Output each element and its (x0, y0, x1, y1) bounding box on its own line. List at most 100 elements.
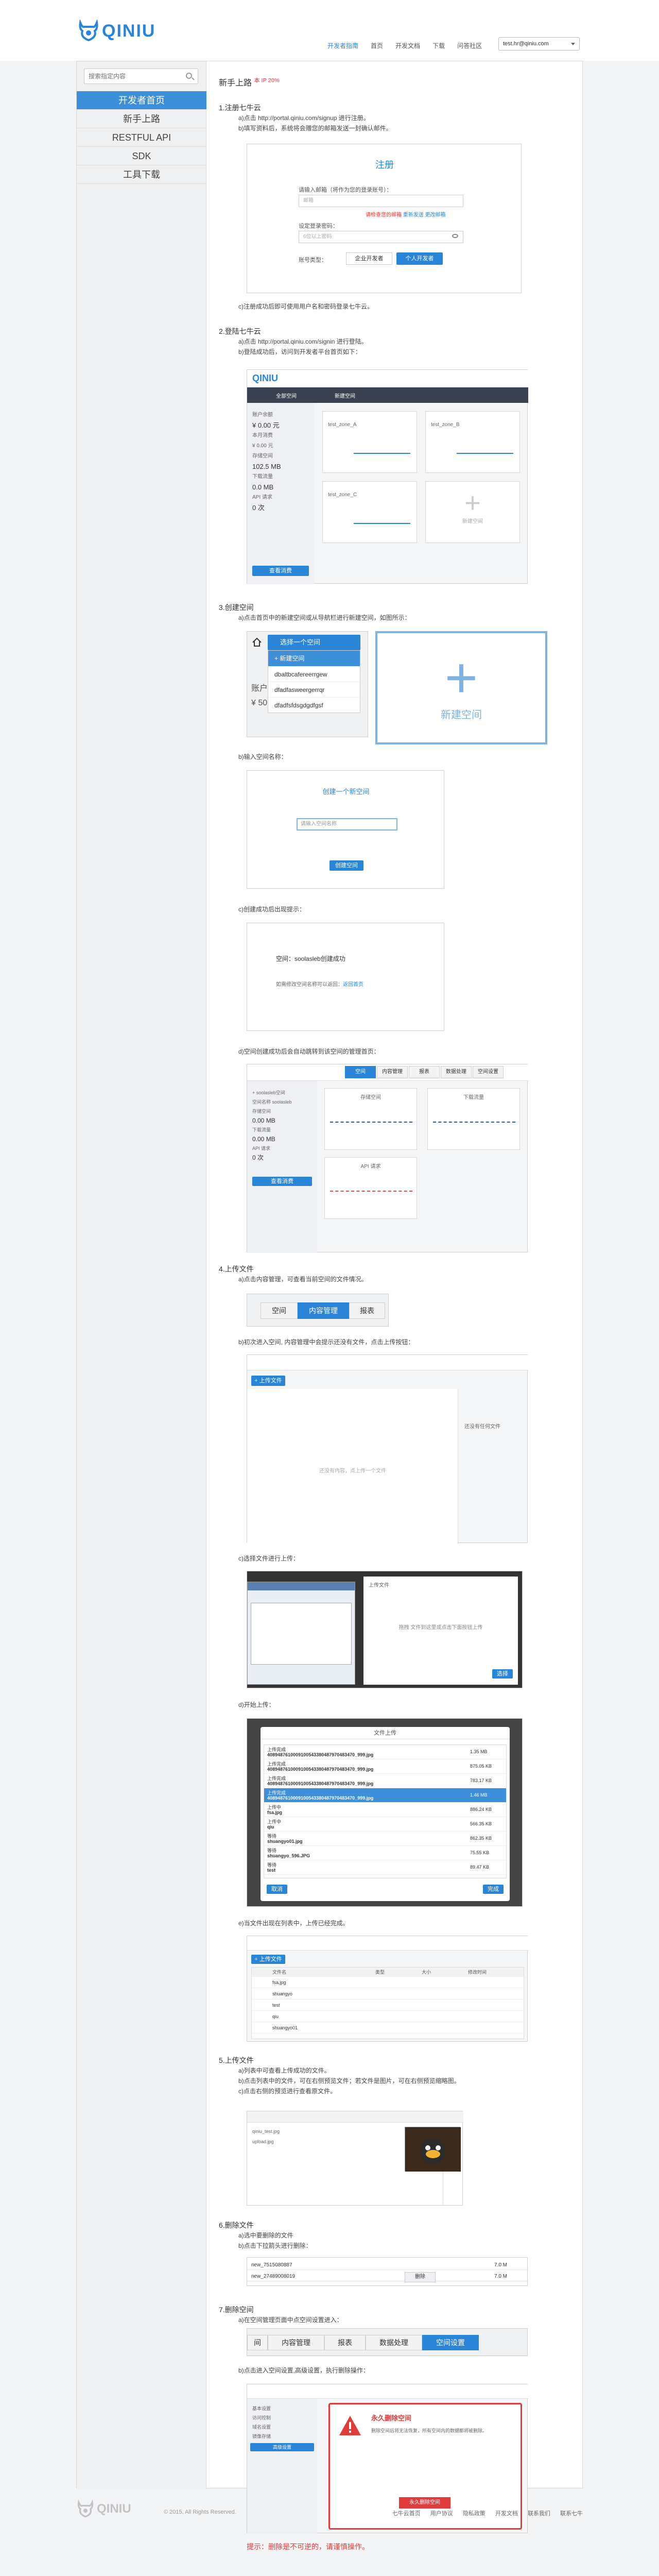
table-row[interactable]: shuangyo01 (252, 2022, 524, 2033)
upload-row: 上传中 qiu 566.35 KB (264, 1817, 506, 1832)
mock-space-card[interactable]: test_zone_C (322, 481, 417, 543)
tab-report[interactable]: 报表 (349, 1302, 385, 1319)
step-text: d)空间创建成功后会自动跳转到该空间的管理首页： (238, 1048, 380, 1055)
add-space-card[interactable]: + 新建空间 (425, 481, 520, 543)
page-title: 新手上路 本 IP 20% (219, 76, 280, 88)
space-select[interactable]: 选择一个空间 (268, 635, 360, 650)
tab-settings[interactable]: 空间设置 (473, 1066, 504, 1078)
tab-content[interactable]: 内容管理 (377, 1066, 408, 1078)
tab-settings[interactable]: 空间设置 (422, 2335, 479, 2350)
mock-left-text: ¥ 50 (251, 699, 268, 707)
tab-report[interactable]: 报表 (324, 2335, 366, 2350)
change-email-link[interactable]: 更改邮箱 (425, 212, 446, 218)
cancel-button[interactable]: 取消 (267, 1885, 287, 1894)
nav-download[interactable]: 下载 (426, 41, 451, 50)
upload-dialog-title: 文件上传 (261, 1727, 510, 1739)
table-row[interactable]: test (252, 1999, 524, 2011)
create-space-button[interactable]: 创建空间 (330, 860, 363, 871)
space-option[interactable]: dbaltbcafereerrgew (268, 666, 360, 682)
choose-button[interactable]: 选择 (492, 1669, 513, 1679)
email-field[interactable]: 邮箱 (299, 195, 463, 207)
tab-report[interactable]: 报表 (409, 1066, 440, 1078)
upload-row: 等待 test 89.47 KB (264, 1860, 506, 1875)
sidebar-item-dev-home[interactable]: 开发者首页 (77, 91, 206, 110)
password-label: 设定登录密码： (299, 223, 338, 229)
nav-home[interactable]: 首页 (365, 41, 389, 50)
footer-logo[interactable]: QINIU (76, 2500, 131, 2518)
table-row[interactable]: qiu (252, 2011, 524, 2022)
mock-left-button[interactable]: 查看消费 (252, 1177, 312, 1186)
preview-empty-text: 还没有任何文件 (464, 1424, 500, 1430)
sidebar-item-restful-api[interactable]: RESTFUL API (77, 128, 206, 147)
tab-space[interactable]: 空间 (345, 1066, 376, 1078)
resend-link[interactable]: 重新发送 (403, 212, 424, 218)
nav-community[interactable]: 问答社区 (451, 41, 488, 50)
upload-row: 上传完成 4089487610009100543380487970483470_9… (264, 1774, 506, 1788)
footer-link[interactable]: 用户协议 (430, 2511, 453, 2517)
footer-link[interactable]: 联系我们 (528, 2511, 550, 2517)
file-row[interactable]: qiniu_test.jpg (252, 2129, 280, 2134)
tab-process[interactable]: 数据处理 (366, 2335, 422, 2350)
search-icon[interactable] (186, 73, 192, 79)
eye-icon[interactable] (452, 234, 458, 238)
delete-action[interactable]: 删除 (405, 2272, 436, 2282)
space-option[interactable]: dfadfsfdsgdgdfgsf (268, 697, 360, 713)
sidebar-item-sdk[interactable]: SDK (77, 147, 206, 165)
mock-tabbar: 空间 内容管理 报表 数据处理 空间设置 (247, 1064, 528, 1081)
mock-left-button[interactable]: 查看消费 (252, 566, 309, 576)
step-text: a)在空间管理页面中点空间设置进入： (238, 2316, 343, 2324)
done-button[interactable]: 完成 (483, 1885, 504, 1894)
file-row[interactable]: new_7515080887 7.0 M (247, 2261, 528, 2270)
mock-brand: QINIU (252, 373, 279, 383)
qiniu-logo[interactable]: QINIU (77, 20, 155, 42)
footer-link[interactable]: 七牛云首页 (392, 2511, 421, 2517)
warning-title: 永久删除空间 (371, 2414, 412, 2422)
image-preview[interactable] (405, 2127, 461, 2172)
nav-dev-guide[interactable]: 开发者指南 (321, 41, 365, 50)
upload-button[interactable]: + 上传文件 (251, 1955, 285, 1964)
step-text: a)点击内容管理，可查看当前空间的文件情况。 (238, 1276, 368, 1283)
enterprise-button[interactable]: 企业开发者 (346, 252, 392, 265)
footer-link[interactable]: 联系七牛 (560, 2511, 583, 2517)
section-login: 2.登陆七牛云 a)点击 http://portal.qiniu.com/sig… (219, 326, 574, 357)
site-header: QINIU 开发者指南 首页 开发文档 下载 问答社区 test.hr@qini… (0, 0, 659, 61)
sidebar-item-getting-started[interactable]: 新手上路 (77, 110, 206, 128)
tab-space[interactable]: 空间 (261, 1302, 298, 1319)
advanced-settings-item[interactable]: 高级设置 (250, 2443, 314, 2451)
tab-process[interactable]: 数据处理 (441, 1066, 472, 1078)
search-input[interactable] (84, 69, 198, 84)
upload-button[interactable]: + 上传文件 (251, 1376, 285, 1386)
password-field[interactable]: 6位以上密码 (299, 231, 463, 243)
step-text: c)创建成功后出现提示： (238, 906, 305, 913)
tab-content[interactable]: 内容管理 (298, 1302, 349, 1319)
step-text: a)点击 http://portal.qiniu.com/signup 进行注册… (238, 114, 370, 122)
nav-docs[interactable]: 开发文档 (389, 41, 426, 50)
back-home-link[interactable]: 返回首页 (343, 982, 363, 988)
mock-space-card[interactable]: test_zone_A (322, 411, 417, 473)
space-name-input[interactable]: 请输入空间名称 (297, 818, 397, 831)
email-hint: 请检查您的邮箱 重新发送 更改邮箱 (366, 210, 446, 218)
space-option[interactable]: dfadfasweergerrqr (268, 682, 360, 697)
tab-content[interactable]: 内容管理 (268, 2335, 324, 2350)
footer-link[interactable]: 隐私政策 (463, 2511, 485, 2517)
personal-button[interactable]: 个人开发者 (396, 252, 443, 265)
new-space-option[interactable]: + 新建空间 (268, 651, 360, 666)
tab-space[interactable]: 间 (247, 2335, 268, 2350)
step-text: a)点击 http://portal.qiniu.com/signin 进行登陆… (238, 338, 368, 345)
table-row[interactable]: shuangyo (252, 1988, 524, 1999)
footer-link[interactable]: 开发文档 (495, 2511, 518, 2517)
mock-left-stats: + soolasleb空间 空间名称 soolasleb 存储空间 0.00 M… (252, 1090, 292, 1161)
section-title: 1.注册七牛云 (219, 104, 261, 112)
mock-header: QINIU (247, 370, 528, 387)
mock-space-card[interactable]: test_zone_B (425, 411, 520, 473)
step-text: b)点击进入空间设置,高级设置，执行删除操作： (238, 2367, 370, 2374)
file-select-screenshot: 上传文件 拖拽 文件到这里或点击下面按钮上传 选择 (247, 1571, 523, 1688)
file-row[interactable]: upload.jpg (252, 2139, 274, 2144)
chevron-down-icon (571, 43, 575, 45)
email-label: 请输入邮箱（将作为您的登录账号）： (299, 187, 392, 193)
sidebar-item-tools[interactable]: 工具下载 (77, 165, 206, 184)
user-menu[interactable]: test.hr@qiniu.com (498, 37, 580, 50)
table-row[interactable]: fsa.jpg (252, 1977, 524, 1988)
file-row[interactable]: new_27489008019 7.0 M (247, 2272, 528, 2281)
mock-left: 账户余额 ¥ 0.00 元 本月消费 ¥ 0.00 元 存储空间 102.5 M… (247, 403, 314, 584)
